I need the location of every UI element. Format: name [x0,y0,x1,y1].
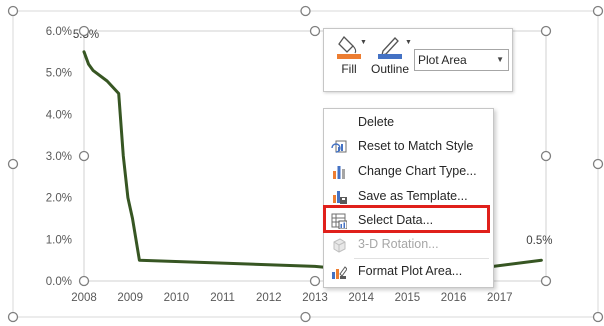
x-tick-label: 2012 [256,292,282,304]
x-tick-label: 2013 [302,292,328,304]
chart-area-resize-handle[interactable] [300,5,311,17]
y-tick-label: 6.0% [46,26,72,38]
menu-item-3d-rotation: 3-D Rotation... [324,233,493,256]
pen-outline-icon [378,37,402,59]
x-tick-label: 2009 [117,292,143,304]
chart-area-resize-handle[interactable] [7,5,19,17]
y-tick-label: 1.0% [46,234,72,246]
chevron-down-icon[interactable]: ▼ [496,50,504,70]
x-tick-label: 2015 [395,292,421,304]
menu-item-label: Reset to Match Style [358,139,474,153]
x-tick-label: 2014 [348,292,374,304]
outline-dropdown-icon[interactable]: ▼ [405,39,412,46]
chart-element-select[interactable]: Plot Area ▼ [414,49,509,71]
data-label-last: 0.5% [526,235,552,247]
rotation-3d-icon [333,238,346,253]
fill-label: Fill [341,62,357,76]
chart-element-select-value: Plot Area [418,53,467,67]
reset-style-icon [331,140,347,153]
fill-dropdown-icon[interactable]: ▼ [360,39,367,46]
chart-area-resize-handle[interactable] [592,5,604,17]
x-tick-label: 2011 [210,292,235,304]
y-tick-label: 2.0% [46,193,72,205]
chart-type-icon [333,166,345,179]
plot-area-resize-handle[interactable] [78,150,90,162]
y-tick-label: 4.0% [46,109,72,121]
menu-item-delete[interactable]: Delete [324,111,493,134]
select-data-highlight-box [323,205,490,233]
chart-area[interactable]: 0.0% 1.0% 2.0% 3.0% 4.0% 5.0% 6.0% 2008 2009 2010… [0,0,604,326]
menu-separator [354,258,489,259]
format-area-icon [332,266,347,279]
x-tick-label: 2010 [164,292,190,304]
menu-item-format-plot-area[interactable]: Format Plot Area... [324,260,493,283]
y-tick-label: 5.0% [46,68,72,80]
plot-area-resize-handle[interactable] [309,275,321,287]
y-tick-label: 3.0% [46,151,72,163]
y-tick-label: 0.0% [46,276,72,288]
menu-item-label: Format Plot Area... [358,264,463,278]
plot-area-resize-handle[interactable] [309,25,321,37]
plot-area-resize-handle[interactable] [540,150,552,162]
plot-area-resize-handle[interactable] [78,275,90,287]
x-tick-label: 2016 [441,292,467,304]
x-tick-label: 2008 [71,292,97,304]
outline-label: Outline [370,62,410,76]
chart-area-resize-handle[interactable] [592,158,604,170]
chart-area-resize-handle[interactable] [7,158,19,170]
plot-area-resize-handle[interactable] [540,275,552,287]
chart-area-resize-handle[interactable] [300,311,311,323]
mini-toolbar: Fill ▼ Outline ▼ Plot Area ▼ [323,28,513,92]
outline-color-swatch [378,54,402,59]
menu-item-change-chart-type[interactable]: Change Chart Type... [324,160,493,183]
menu-item-label: 3-D Rotation... [358,237,439,251]
menu-item-reset-style[interactable]: Reset to Match Style [324,135,493,158]
plot-area-resize-handle[interactable] [78,25,90,37]
chart-area-resize-handle[interactable] [592,311,604,323]
plot-area-resize-handle[interactable] [540,25,552,37]
menu-item-label: Delete [358,115,395,129]
context-menu: Delete Reset to Match Style Change Chart… [323,108,494,288]
save-template-icon [333,191,347,204]
x-tick-label: 2017 [487,292,513,304]
fill-color-swatch [337,54,361,59]
chart-area-resize-handle[interactable] [7,311,19,323]
paint-bucket-icon [337,35,361,59]
menu-item-label: Change Chart Type... [358,164,477,178]
